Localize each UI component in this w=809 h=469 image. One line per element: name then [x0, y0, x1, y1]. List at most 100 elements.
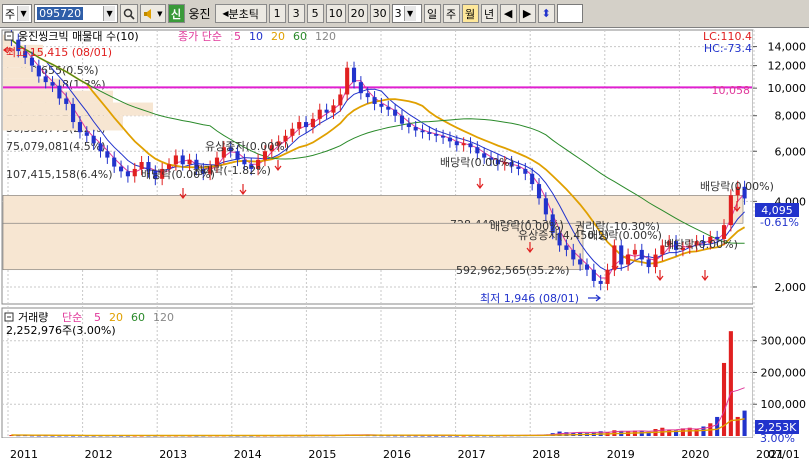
x-tick-label: 2013: [159, 448, 187, 461]
candle-body: [543, 198, 548, 215]
candle-body: [598, 280, 603, 284]
event-annotation: 배당락(0.00%): [141, 168, 215, 181]
interval-1-button[interactable]: 1: [268, 4, 286, 23]
x-tick-label: 2017: [458, 448, 486, 461]
extra-input[interactable]: [556, 4, 583, 23]
candle-body: [626, 254, 631, 265]
x-tick-label: 2015: [308, 448, 336, 461]
price-ma-legend-item: 10: [249, 30, 263, 43]
candle-body: [721, 225, 727, 239]
candle-body: [475, 147, 480, 154]
candle-body: [454, 141, 459, 146]
interval-10-button[interactable]: 10: [325, 4, 346, 23]
chevron-down-icon[interactable]: ▼: [403, 6, 416, 21]
volume-profile-label: 107,415,158(6.4%): [6, 168, 113, 181]
volume-profile-label: 592,962,565(35.2%): [456, 264, 570, 277]
candle-body: [105, 151, 110, 158]
candle-body: [632, 249, 637, 255]
current-change: -0.61%: [760, 216, 799, 229]
y-tick-label: 300,000: [761, 335, 807, 348]
candle-body: [523, 168, 528, 174]
y-tick-label: 2,000: [775, 281, 807, 294]
volume-bar: [742, 410, 747, 436]
new-badge: 신: [167, 4, 185, 23]
candle-body: [331, 105, 336, 113]
stock-code-input[interactable]: 095720 ▼: [34, 4, 119, 23]
candle-body: [324, 109, 329, 113]
candle-body: [461, 143, 466, 146]
candle-body: [351, 67, 357, 83]
price-ma-legend-item: 60: [293, 30, 307, 43]
low-marker: 최저 1,946 (08/01): [480, 292, 579, 305]
candle-body: [43, 76, 48, 83]
x-tick-label: 2014: [234, 448, 262, 461]
updown-button[interactable]: ⬍: [537, 4, 555, 23]
candle-body: [358, 82, 363, 94]
volume-panel-title: 거래량: [18, 311, 48, 324]
high-marker: 최고 15,415 (08/01): [6, 46, 112, 59]
candle-body: [420, 130, 425, 133]
interval-3-button[interactable]: 3: [287, 4, 305, 23]
interval-30-button[interactable]: 30: [369, 4, 390, 23]
volume-ma-legend-item: 120: [153, 311, 174, 324]
next-button[interactable]: ▶: [518, 4, 536, 23]
chart-svg: 5,369,655(0.5%)22,797,868(1.3%)16,065,58…: [0, 29, 809, 466]
candle-body: [639, 249, 644, 260]
interval-type-button[interactable]: ◀ 분초틱: [214, 4, 267, 23]
interval-20-button[interactable]: 20: [347, 4, 368, 23]
volume-profile-band: [3, 102, 153, 116]
y-tick-label: 8,000: [775, 110, 807, 123]
caret-left-icon: ◀: [503, 7, 513, 20]
event-annotation: 권리락(-10.30%): [575, 220, 660, 233]
market-select-value: 주: [5, 7, 16, 21]
candle-body: [50, 82, 55, 86]
candle-body: [77, 122, 82, 133]
event-annotation: 배당락(0.00%): [440, 156, 514, 169]
search-button[interactable]: [120, 4, 139, 23]
candle-body: [338, 94, 343, 106]
y-tick-label: 6,000: [775, 145, 807, 158]
y-tick-label: 14,000: [768, 41, 807, 54]
price-ma-label: 종가 단순: [178, 30, 222, 43]
period-month-button[interactable]: 월: [461, 4, 479, 23]
x-tick-label: 2016: [383, 448, 411, 461]
custom-interval-select[interactable]: 3 ▼: [391, 4, 422, 23]
period-day-button[interactable]: 일: [423, 4, 441, 23]
candle-body: [310, 118, 315, 128]
chart-window: 주 ▼ 095720 ▼ ▼ 신 웅진 ◀ 분초틱 1 3 5 10 20 30…: [0, 0, 809, 466]
candle-body: [297, 122, 302, 129]
speaker-button[interactable]: ▼: [140, 4, 166, 23]
candle-body: [317, 109, 322, 119]
x-tick-label: 2012: [85, 448, 113, 461]
event-annotation: 유상증자(0.00%): [205, 140, 289, 153]
volume-bar: [639, 431, 644, 436]
period-week-button[interactable]: 주: [442, 4, 460, 23]
chevron-down-icon[interactable]: ▼: [103, 6, 116, 21]
caret-right-icon: ▶: [522, 7, 532, 20]
candle-body: [379, 103, 384, 107]
price-ma-legend-item: 120: [315, 30, 336, 43]
hc-label: HC:-73.4: [704, 42, 752, 55]
chart-area[interactable]: 5,369,655(0.5%)22,797,868(1.3%)16,065,58…: [0, 28, 809, 466]
candle-body: [571, 249, 576, 260]
candle-body: [591, 269, 596, 281]
candle-body: [653, 254, 658, 268]
chevron-down-icon[interactable]: ▼: [17, 6, 30, 21]
candle-body: [584, 264, 590, 270]
interval-5-button[interactable]: 5: [306, 4, 324, 23]
candle-body: [64, 98, 69, 104]
x-tick-label: 07/01: [768, 448, 800, 461]
candle-body: [372, 97, 377, 104]
candle-body: [447, 137, 452, 142]
prev-button[interactable]: ◀: [499, 4, 517, 23]
candle-body: [393, 109, 398, 116]
candle-body: [98, 143, 103, 152]
price-panel-title: 웅진씽크빅 매물대 수(10): [18, 30, 139, 43]
candle-body: [84, 132, 89, 136]
period-year-button[interactable]: 년: [480, 4, 498, 23]
candle-body: [187, 159, 192, 165]
candle-body: [71, 103, 76, 123]
volume-bar: [667, 429, 672, 436]
candle-body: [119, 166, 124, 172]
market-select[interactable]: 주 ▼: [2, 4, 33, 23]
